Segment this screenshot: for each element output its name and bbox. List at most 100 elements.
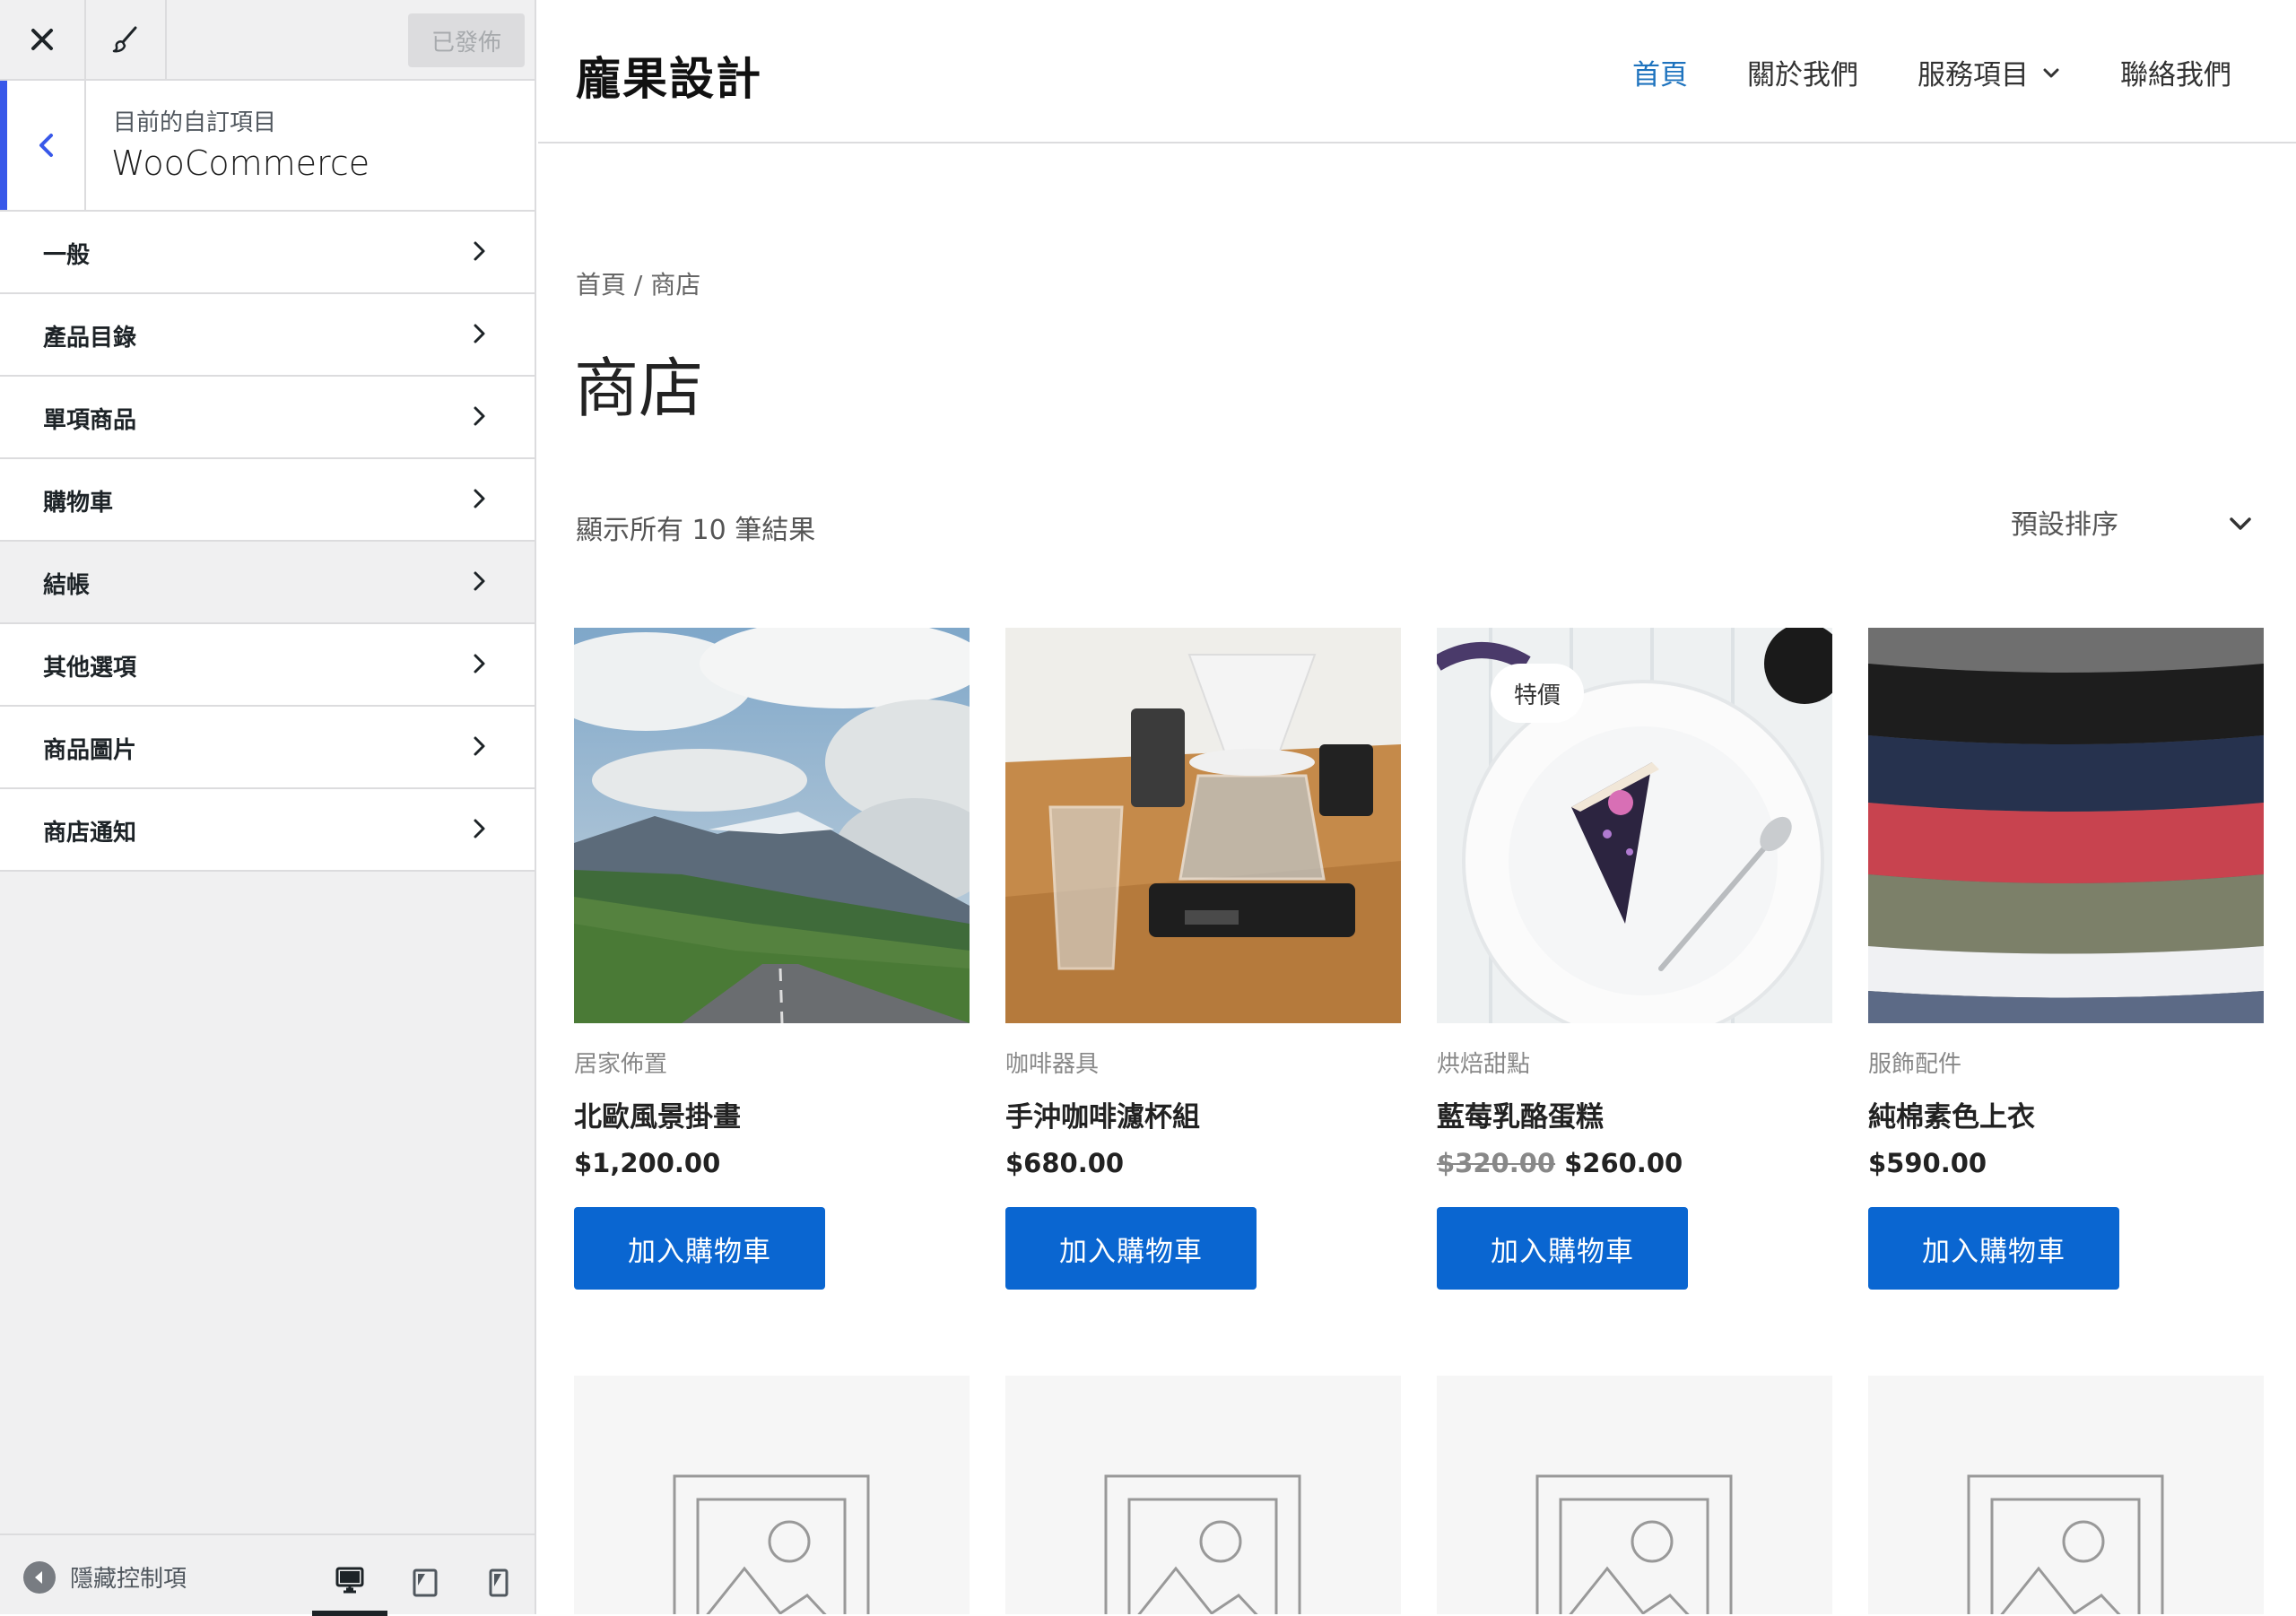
regular-price: $320.00 [1437, 1148, 1556, 1178]
product-image-placeholder[interactable] [1005, 1376, 1401, 1614]
chevron-down-icon [2043, 68, 2059, 77]
image-placeholder-icon [673, 1474, 870, 1614]
add-to-cart-button[interactable]: 加入購物車 [1005, 1207, 1257, 1290]
close-customizer-button[interactable] [0, 0, 86, 79]
menu-item-single-product[interactable]: 單項商品 [0, 377, 535, 459]
chevron-right-icon [474, 489, 485, 508]
menu-item-label: 結帳 [43, 572, 91, 599]
add-to-cart-button[interactable]: 加入購物車 [1868, 1207, 2119, 1290]
sale-badge: 特價 [1491, 664, 1584, 723]
section-header: 目前的自訂項目 WooCommerce [0, 81, 535, 212]
chevron-right-icon [474, 324, 485, 343]
add-to-cart-button[interactable]: 加入購物車 [1437, 1207, 1688, 1290]
menu-item-label: 其他選項 [43, 655, 137, 682]
chevron-right-icon [474, 571, 485, 591]
product-name[interactable]: 藍莓乳酪蛋糕 [1437, 1094, 1604, 1134]
back-button[interactable] [0, 81, 86, 210]
site-header: 龐果設計 首頁 關於我們 服務項目 聯絡我們 [538, 0, 2296, 143]
product-price: $320.00 $260.00 [1437, 1148, 1683, 1178]
menu-item-checkout[interactable]: 結帳 [0, 542, 535, 624]
menu-item-label: 一般 [43, 242, 91, 269]
nav-home[interactable]: 首頁 [1632, 52, 1688, 92]
menu-item-label: 產品目錄 [43, 325, 137, 352]
breadcrumb: 首頁 / 商店 [576, 270, 701, 300]
menu-item-label: 單項商品 [43, 407, 137, 434]
product-image-placeholder[interactable] [1868, 1376, 2264, 1614]
image-placeholder-icon [1104, 1474, 1301, 1614]
close-icon [31, 29, 53, 50]
menu-item-other-options[interactable]: 其他選項 [0, 624, 535, 707]
primary-nav: 首頁 關於我們 服務項目 聯絡我們 [1632, 52, 2296, 92]
product-price: $590.00 [1868, 1148, 1987, 1178]
product-price: $680.00 [1005, 1148, 1125, 1178]
nav-label: 首頁 [1632, 59, 1688, 91]
menu-item-catalog[interactable]: 產品目錄 [0, 294, 535, 377]
site-preview: 龐果設計 首頁 關於我們 服務項目 聯絡我們 首頁 / 商店 商店 顯示所有 1… [538, 0, 2296, 1614]
nav-label: 關於我們 [1747, 59, 1858, 91]
hide-controls-label: 隱藏控制項 [70, 1566, 187, 1593]
chevron-left-icon [39, 134, 53, 157]
product-name[interactable]: 純棉素色上衣 [1868, 1094, 2035, 1134]
mobile-icon [489, 1568, 509, 1597]
preview-desktop-button[interactable] [312, 1550, 387, 1616]
orderby-select[interactable]: 預設排序 [2011, 500, 2262, 545]
product-image[interactable] [1005, 628, 1401, 1023]
menu-item-cart[interactable]: 購物車 [0, 459, 535, 542]
chevron-right-icon [474, 406, 485, 426]
nav-services[interactable]: 服務項目 [1918, 52, 2061, 92]
preview-tablet-button[interactable] [387, 1550, 463, 1616]
menu-item-store-notice[interactable]: 商店通知 [0, 789, 535, 872]
collapse-icon [23, 1560, 56, 1594]
product-card: 服飾配件 純棉素色上衣 $590.00 加入購物車 [1868, 628, 2264, 1290]
customize-theme-button[interactable] [86, 0, 167, 79]
customizer-footer: 隱藏控制項 [0, 1533, 536, 1616]
product-name[interactable]: 手沖咖啡濾杯組 [1005, 1094, 1200, 1134]
section-label: 目前的自訂項目 [113, 109, 277, 136]
product-price: $1,200.00 [574, 1148, 721, 1178]
nav-about[interactable]: 關於我們 [1747, 52, 1858, 92]
sale-price: $260.00 [1564, 1148, 1683, 1178]
menu-item-label: 商店通知 [43, 820, 137, 847]
product-image[interactable]: 特價 [1437, 628, 1832, 1023]
desktop-icon [335, 1567, 364, 1594]
chevron-right-icon [474, 819, 485, 838]
section-title: WooCommerce [111, 143, 370, 183]
product-image-placeholder[interactable] [574, 1376, 970, 1614]
product-category: 咖啡器具 [1005, 1051, 1100, 1078]
customizer-header: 已發佈 [0, 0, 535, 81]
product-name[interactable]: 北歐風景掛畫 [574, 1094, 741, 1134]
chevron-right-icon [474, 736, 485, 756]
menu-item-label: 商品圖片 [43, 737, 137, 764]
product-card: 居家佈置 北歐風景掛畫 $1,200.00 加入購物車 [574, 628, 970, 1290]
publish-button[interactable]: 已發佈 [408, 13, 525, 67]
nav-label: 聯絡我們 [2120, 59, 2231, 91]
product-image[interactable] [574, 628, 970, 1023]
product-image-placeholder[interactable] [1437, 1376, 1832, 1614]
chevron-right-icon [474, 654, 485, 673]
chevron-down-icon [2230, 517, 2251, 530]
brush-icon [112, 26, 137, 53]
product-card: 咖啡器具 手沖咖啡濾杯組 $680.00 加入購物車 [1005, 628, 1401, 1290]
product-card: 特價 烘焙甜點 藍莓乳酪蛋糕 $320.00 $260.00 加入購物車 [1437, 628, 1832, 1290]
menu-item-product-images[interactable]: 商品圖片 [0, 707, 535, 789]
nav-label: 服務項目 [1918, 59, 2029, 91]
product-category: 服飾配件 [1868, 1051, 1962, 1078]
page-title: 商店 [574, 351, 704, 426]
site-title[interactable]: 龐果設計 [576, 43, 762, 108]
chevron-right-icon [474, 241, 485, 261]
preview-mobile-button[interactable] [461, 1550, 536, 1616]
product-category: 居家佈置 [574, 1051, 668, 1078]
add-to-cart-button[interactable]: 加入購物車 [574, 1207, 825, 1290]
customizer-sidebar: 已發佈 目前的自訂項目 WooCommerce 一般 產品目錄 單項商品 購物車… [0, 0, 536, 1616]
image-placeholder-icon [1535, 1474, 1733, 1614]
customizer-menu: 一般 產品目錄 單項商品 購物車 結帳 其他選項 商品圖片 商店通知 [0, 212, 535, 872]
image-placeholder-icon [1967, 1474, 2164, 1614]
hide-controls-button[interactable]: 隱藏控制項 [23, 1560, 187, 1594]
result-count: 顯示所有 10 筆結果 [576, 515, 816, 546]
product-image[interactable] [1868, 628, 2264, 1023]
menu-item-label: 購物車 [43, 490, 114, 517]
nav-contact[interactable]: 聯絡我們 [2120, 52, 2231, 92]
tablet-icon [413, 1568, 438, 1597]
orderby-value: 預設排序 [2011, 509, 2118, 541]
menu-item-general[interactable]: 一般 [0, 212, 535, 294]
